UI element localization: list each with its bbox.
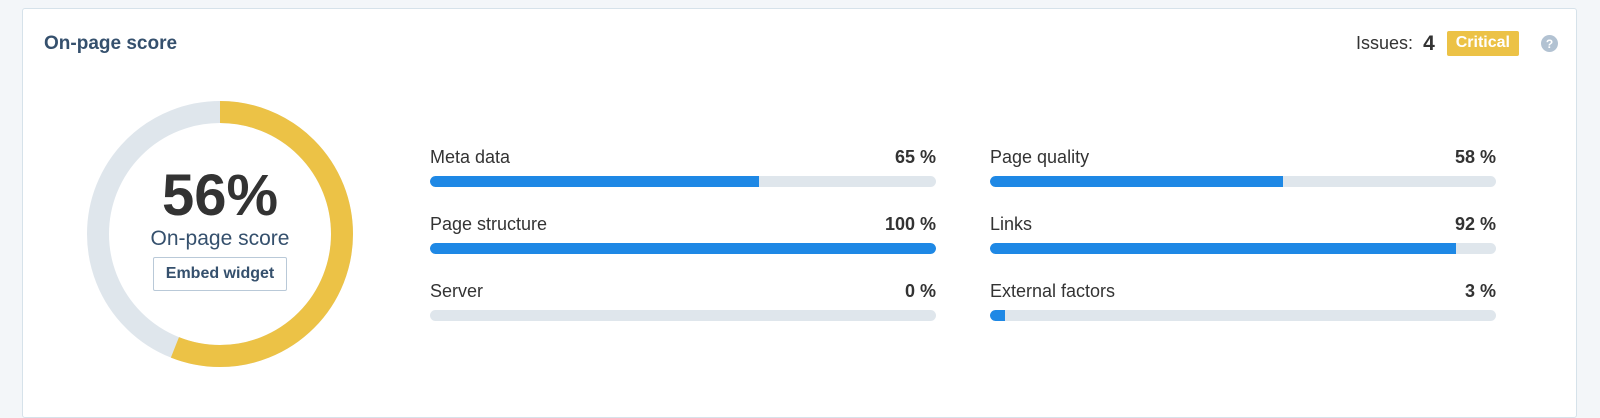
issues-summary: Issues: 4 Critical ?: [1356, 31, 1558, 56]
metric-name: Meta data: [430, 147, 511, 167]
metric-value: 92 %: [1454, 214, 1496, 234]
severity-badge: Critical: [1446, 31, 1519, 56]
metric-external-factors: External factors 3 %: [990, 281, 1496, 331]
progress-fill: [990, 310, 1006, 321]
issues-count: 4: [1423, 31, 1435, 55]
metric-name: Links: [990, 214, 1033, 234]
metric-meta-data: Meta data 65 %: [430, 147, 936, 197]
progress-track: [990, 243, 1496, 254]
progress-fill: [990, 176, 1284, 187]
progress-fill: [430, 176, 759, 187]
progress-track: [430, 243, 936, 254]
metric-name: Page quality: [990, 147, 1090, 167]
donut-center: 56% On-page score Embed widget: [85, 99, 355, 369]
metric-value: 0 %: [904, 281, 936, 301]
metric-value: 58 %: [1454, 147, 1496, 167]
metric-page-structure: Page structure 100 %: [430, 214, 936, 264]
help-icon[interactable]: ?: [1541, 35, 1558, 52]
progress-track: [990, 310, 1496, 321]
on-page-score-card: On-page score Issues: 4 Critical ? 56% O…: [22, 8, 1577, 418]
score-label: On-page score: [150, 227, 290, 250]
metric-value: 65 %: [894, 147, 936, 167]
progress-track: [990, 176, 1496, 187]
metric-links: Links 92 %: [990, 214, 1496, 264]
metric-name: External factors: [990, 281, 1116, 301]
metric-name: Server: [430, 281, 484, 301]
card-title: On-page score: [44, 33, 178, 54]
metric-value: 100 %: [884, 214, 936, 234]
progress-track: [430, 310, 936, 321]
metric-page-quality: Page quality 58 %: [990, 147, 1496, 197]
progress-fill: [990, 243, 1456, 254]
metric-name: Page structure: [430, 214, 548, 234]
progress-fill: [430, 243, 936, 254]
score-value: 56%: [161, 163, 279, 228]
issues-label: Issues:: [1356, 33, 1414, 53]
embed-widget-button[interactable]: Embed widget: [152, 257, 288, 291]
metric-value: 3 %: [1464, 281, 1496, 301]
progress-track: [430, 176, 936, 187]
metric-server: Server 0 %: [430, 281, 936, 331]
